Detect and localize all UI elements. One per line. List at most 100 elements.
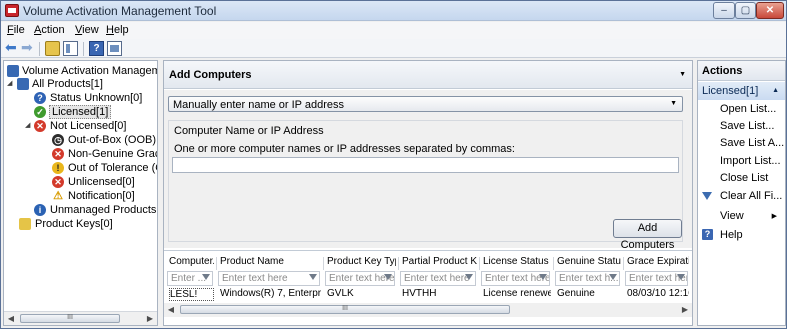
app-window: Volume Activation Management Tool – ▢ ✕ … — [0, 0, 787, 329]
add-computers-form: Manually enter name or IP address ▼ Comp… — [164, 90, 692, 251]
search-method-dropdown[interactable]: Manually enter name or IP address ▼ — [168, 96, 683, 112]
toolbar-separator — [39, 42, 40, 56]
scroll-right-icon[interactable]: ▶ — [143, 312, 157, 325]
action-open-list[interactable]: Open List... — [720, 103, 776, 115]
field-hint: One or more computer names or IP address… — [174, 143, 515, 155]
menu-help[interactable]: Help — [106, 24, 129, 36]
filter-icon[interactable] — [465, 274, 473, 280]
non-genuine-icon: ✕ — [52, 148, 64, 160]
column-header[interactable]: Product Name — [220, 256, 321, 267]
column-header[interactable]: License Status — [483, 256, 551, 267]
filter-icon[interactable] — [539, 274, 547, 280]
unlicensed-icon: ✕ — [52, 176, 64, 188]
column-header[interactable]: Genuine Status — [557, 256, 621, 267]
collapse-up-icon[interactable]: ▲ — [772, 87, 779, 94]
chevron-down-icon: ▼ — [670, 100, 677, 107]
column-filter-input[interactable]: Enter text here — [625, 271, 688, 286]
submenu-arrow-icon: ▶ — [771, 213, 777, 220]
back-arrow-icon[interactable]: ⬅ — [5, 40, 20, 56]
actions-pane: Actions Licensed[1] ▲ Open List... Save … — [697, 60, 786, 326]
column-header[interactable]: Product Key Type — [327, 256, 396, 267]
error-icon: ✕ — [34, 120, 46, 132]
tree-horizontal-scrollbar[interactable]: ◀ III ▶ — [4, 311, 157, 325]
show-hide-action-pane-icon[interactable] — [107, 41, 122, 56]
check-icon: ✓ — [34, 106, 46, 118]
group-title: Computer Name or IP Address — [174, 125, 324, 137]
forward-arrow-icon[interactable]: ➡ — [21, 40, 36, 56]
filter-icon[interactable] — [202, 274, 210, 280]
info-icon: i — [34, 204, 46, 216]
computer-name-group: Computer Name or IP Address One or more … — [168, 120, 683, 251]
add-computers-button[interactable]: Add Computers — [613, 219, 682, 251]
vamt-app-icon — [5, 4, 19, 17]
collapse-caret-icon[interactable]: ▼ — [679, 71, 686, 78]
column-separator[interactable] — [479, 257, 480, 270]
server-icon — [7, 65, 19, 77]
table-cell: HVTHH — [402, 288, 437, 299]
action-save-list-as[interactable]: Save List A... — [720, 137, 784, 149]
scroll-left-icon[interactable]: ◀ — [164, 303, 178, 316]
scroll-left-icon[interactable]: ◀ — [4, 312, 18, 325]
action-close-list[interactable]: Close List — [720, 172, 768, 184]
minimize-button[interactable]: – — [713, 2, 735, 19]
up-folder-icon[interactable] — [45, 41, 60, 56]
column-separator[interactable] — [323, 257, 324, 270]
column-header[interactable]: Grace Expiration — [627, 256, 689, 267]
help-icon: ? — [702, 229, 713, 240]
navigation-tree: Volume Activation Management Tool ◢ All … — [3, 60, 158, 326]
column-filter-input[interactable]: Enter text here — [325, 271, 395, 286]
scroll-thumb[interactable]: III — [20, 314, 120, 323]
column-filter-input[interactable]: Enter text h... — [555, 271, 620, 286]
clock-icon: ◷ — [52, 134, 64, 146]
show-hide-tree-icon[interactable] — [63, 41, 78, 56]
toolbar: ⬅ ➡ ? — [1, 39, 786, 58]
action-save-list[interactable]: Save List... — [720, 120, 774, 132]
menu-action[interactable]: Action — [34, 24, 65, 36]
column-separator[interactable] — [398, 257, 399, 270]
scroll-right-icon[interactable]: ▶ — [678, 303, 692, 316]
column-filter-input[interactable]: Enter ... — [167, 271, 213, 286]
filter-icon[interactable] — [384, 274, 392, 280]
menu-file[interactable]: File — [7, 24, 25, 36]
column-filter-input[interactable]: Enter text here — [481, 271, 550, 286]
filter-icon[interactable] — [677, 274, 685, 280]
table-row[interactable]: LESL! Windows(R) 7, Enterprise... GVLK HVTH… — [164, 288, 692, 301]
products-icon — [17, 78, 29, 90]
pane-title: Add Computers — [169, 69, 252, 81]
add-computers-pane: Add Computers ▼ Manually enter name or I… — [163, 60, 693, 326]
filter-icon[interactable] — [309, 274, 317, 280]
action-help[interactable]: Help — [720, 229, 743, 241]
pane-header: Add Computers ▼ — [164, 61, 692, 89]
filter-placeholder: Enter ... — [171, 273, 207, 284]
column-separator[interactable] — [553, 257, 554, 270]
column-filter-input[interactable]: Enter text here — [218, 271, 320, 286]
column-separator[interactable] — [216, 257, 217, 270]
warning-icon: ⚠ — [53, 190, 63, 202]
expand-triangle-icon[interactable]: ◢ — [7, 77, 12, 91]
products-grid: Computer... Product Name Product Key Type P… — [164, 250, 692, 325]
close-button[interactable]: ✕ — [756, 2, 784, 19]
column-header[interactable]: Partial Product Key — [402, 256, 477, 267]
computer-names-input[interactable] — [172, 157, 679, 173]
grid-horizontal-scrollbar[interactable]: ◀ III ▶ — [164, 303, 692, 317]
actions-section-licensed[interactable]: Licensed[1] ▲ — [698, 82, 785, 100]
table-cell: Genuine — [557, 288, 595, 299]
column-filter-input[interactable]: Enter text here — [400, 271, 476, 286]
expand-triangle-icon[interactable]: ◢ — [25, 119, 30, 133]
filter-placeholder: Enter text here — [404, 273, 470, 284]
actions-title: Actions — [698, 61, 785, 81]
key-icon — [19, 218, 31, 230]
filter-placeholder: Enter text here — [222, 273, 288, 284]
table-cell: 08/03/10 12:16: — [627, 288, 689, 299]
help-icon[interactable]: ? — [89, 41, 104, 56]
column-header[interactable]: Computer... — [169, 256, 214, 267]
filter-icon[interactable] — [609, 274, 617, 280]
question-icon: ? — [34, 92, 46, 104]
scroll-thumb[interactable]: III — [180, 305, 510, 314]
maximize-button[interactable]: ▢ — [735, 2, 756, 19]
action-clear-all-filters[interactable]: Clear All Fi... — [720, 190, 782, 202]
action-import-list[interactable]: Import List... — [720, 155, 781, 167]
menu-view[interactable]: View — [75, 24, 99, 36]
action-view[interactable]: View — [720, 210, 744, 222]
column-separator[interactable] — [623, 257, 624, 270]
